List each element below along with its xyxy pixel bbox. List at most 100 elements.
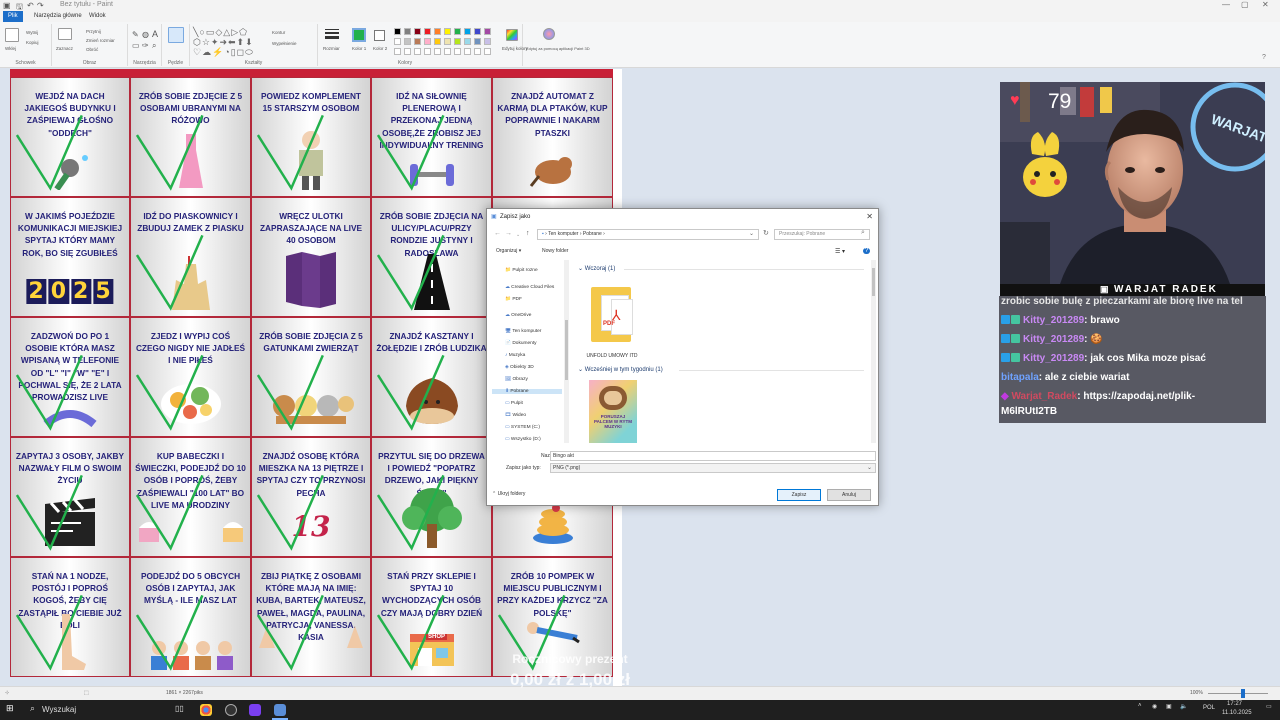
zoom-slider[interactable]	[1208, 693, 1268, 694]
paint3d-icon[interactable]	[543, 28, 555, 40]
address-bar[interactable]: ▪ › Ten komputer › Pobrane ›	[537, 229, 759, 240]
back-arrow-icon[interactable]: ←	[494, 230, 501, 237]
nav-item[interactable]: ☁ OneDrive	[505, 313, 531, 318]
nav-item[interactable]: ▭ SYSTEM (C:)	[505, 425, 540, 430]
chrome-icon[interactable]	[200, 704, 212, 716]
filetype-chevron-icon[interactable]: ⌄	[867, 464, 872, 471]
magnifier-icon[interactable]: ⌕	[152, 41, 156, 51]
palette-empty-swatch[interactable]	[464, 48, 471, 55]
palette-color-swatch[interactable]	[464, 28, 471, 35]
paint3d-button[interactable]: Edytuj za pomocą aplikacji Paint 3D	[526, 46, 590, 51]
palette-empty-swatch[interactable]	[444, 48, 451, 55]
group-header-this-week[interactable]: ⌄ Wcześniej w tym tygodniu (1)	[578, 366, 663, 373]
file-name[interactable]: UNFOLD UMOWY ITD	[577, 353, 647, 359]
pencil-icon[interactable]: ✎	[132, 30, 139, 39]
palette-empty-swatch[interactable]	[474, 48, 481, 55]
nav-item[interactable]: 🎞 Wideo	[505, 413, 526, 418]
nav-item[interactable]: 📁 PDF	[505, 297, 522, 302]
organize-button[interactable]: Organizuj ▾	[496, 248, 521, 254]
select-button[interactable]: Zaznacz	[56, 46, 73, 51]
undo-icon[interactable]: ↶	[27, 1, 34, 10]
palette-color-swatch[interactable]	[394, 28, 401, 35]
nav-scroll-thumb[interactable]	[565, 320, 568, 380]
rotate-button[interactable]: Obróć	[86, 47, 98, 52]
refresh-icon[interactable]: ↻	[763, 229, 769, 237]
tab-view[interactable]: Widok	[84, 11, 111, 22]
nav-item[interactable]: ♪ Muzyka	[505, 353, 525, 358]
fill-icon[interactable]: ◍	[142, 30, 149, 39]
folder-item[interactable]: PDF ⅄	[589, 285, 635, 345]
search-box[interactable]: Przeszukaj: Pobrane	[774, 229, 870, 240]
file-scrollbar[interactable]	[871, 260, 876, 443]
clock-time[interactable]: 17:27	[1227, 701, 1242, 707]
palette-color-swatch[interactable]	[434, 38, 441, 45]
nav-item[interactable]: 🖼 Obrazy	[505, 377, 528, 382]
tray-icon[interactable]: ◉	[1152, 703, 1157, 710]
nav-item[interactable]: ◈ Obiekty 3D	[505, 365, 534, 370]
nav-item[interactable]: 📁 Pulpit rozne	[505, 268, 538, 273]
up-arrow-icon[interactable]: ↑	[526, 230, 530, 237]
palette-color-swatch[interactable]	[404, 38, 411, 45]
help-icon[interactable]: ?	[863, 248, 870, 254]
select-icon[interactable]	[58, 28, 72, 40]
palette-empty-swatch[interactable]	[394, 48, 401, 55]
palette-empty-swatch[interactable]	[424, 48, 431, 55]
palette-color-swatch[interactable]	[394, 38, 401, 45]
palette-color-swatch[interactable]	[434, 28, 441, 35]
maximize-icon[interactable]: ▢	[1241, 0, 1249, 9]
redo-icon[interactable]: ↷	[37, 1, 44, 10]
obs-icon[interactable]	[225, 704, 237, 716]
paste-button[interactable]: Wklej	[5, 46, 16, 51]
filetype-select[interactable]: PNG (*.png)	[550, 463, 876, 473]
palette-color-swatch[interactable]	[464, 38, 471, 45]
clock-date[interactable]: 11.10.2025	[1222, 710, 1252, 716]
eraser-icon[interactable]: ▭	[132, 41, 140, 50]
filename-input[interactable]: Bingo akt	[550, 451, 876, 461]
nav-item[interactable]: 🖥 Ten komputer	[505, 329, 541, 334]
palette-color-swatch[interactable]	[474, 38, 481, 45]
address-dropdown-icon[interactable]: ⌄	[749, 230, 754, 237]
cut-button[interactable]: Wytnij	[26, 30, 38, 35]
task-view-icon[interactable]: ▯▯	[175, 704, 184, 713]
palette-color-swatch[interactable]	[404, 28, 411, 35]
tab-home[interactable]: Narzędzia główne	[29, 11, 87, 22]
new-folder-button[interactable]: Nowy folder	[542, 248, 568, 254]
nav-item[interactable]: ▭ Wszystko (D:)	[505, 437, 541, 442]
fill-button[interactable]: Wypełnienie	[272, 41, 296, 46]
forward-arrow-icon[interactable]: →	[505, 230, 512, 237]
palette-color-swatch[interactable]	[474, 28, 481, 35]
app-icon[interactable]	[249, 704, 261, 716]
resize-button[interactable]: Zmień rozmiar	[86, 38, 115, 43]
save-button[interactable]: Zapisz	[777, 489, 821, 501]
taskbar-search[interactable]: Wyszukaj	[42, 703, 182, 717]
palette-empty-swatch[interactable]	[404, 48, 411, 55]
color2-swatch[interactable]	[374, 30, 385, 41]
palette-color-swatch[interactable]	[414, 28, 421, 35]
shapes-gallery-row3[interactable]: ♡☁⚡◔▯◻⬭	[193, 47, 254, 58]
palette-empty-swatch[interactable]	[414, 48, 421, 55]
outline-button[interactable]: Kontur	[272, 30, 285, 35]
nav-item[interactable]: ☁ Creative Cloud Files	[505, 285, 554, 290]
tab-file[interactable]: Plik	[3, 11, 23, 22]
cancel-button[interactable]: Anuluj	[827, 489, 871, 501]
palette-color-swatch[interactable]	[424, 38, 431, 45]
volume-icon[interactable]: 🔈	[1180, 703, 1187, 710]
palette-color-swatch[interactable]	[484, 28, 491, 35]
close-window-icon[interactable]: ✕	[1262, 0, 1269, 9]
file-scroll-thumb[interactable]	[872, 268, 875, 296]
group-header-yesterday[interactable]: ⌄ Wczoraj (1)	[578, 265, 615, 272]
dialog-close-icon[interactable]: ✕	[866, 212, 873, 221]
language-indicator[interactable]: POL	[1203, 705, 1215, 711]
view-options-icon[interactable]: ☰ ▾	[835, 248, 845, 255]
nav-item[interactable]: ⬇ Pobrane	[492, 389, 562, 394]
minimize-icon[interactable]: —	[1222, 0, 1230, 9]
palette-empty-swatch[interactable]	[484, 48, 491, 55]
palette-color-swatch[interactable]	[444, 38, 451, 45]
recent-chevron-icon[interactable]: ⌄	[516, 232, 520, 238]
palette-color-swatch[interactable]	[424, 28, 431, 35]
tray-chevron-icon[interactable]: ˄	[1138, 703, 1142, 709]
palette-color-swatch[interactable]	[454, 28, 461, 35]
palette-empty-swatch[interactable]	[454, 48, 461, 55]
palette-color-swatch[interactable]	[484, 38, 491, 45]
help-icon[interactable]: ?	[1262, 54, 1266, 61]
